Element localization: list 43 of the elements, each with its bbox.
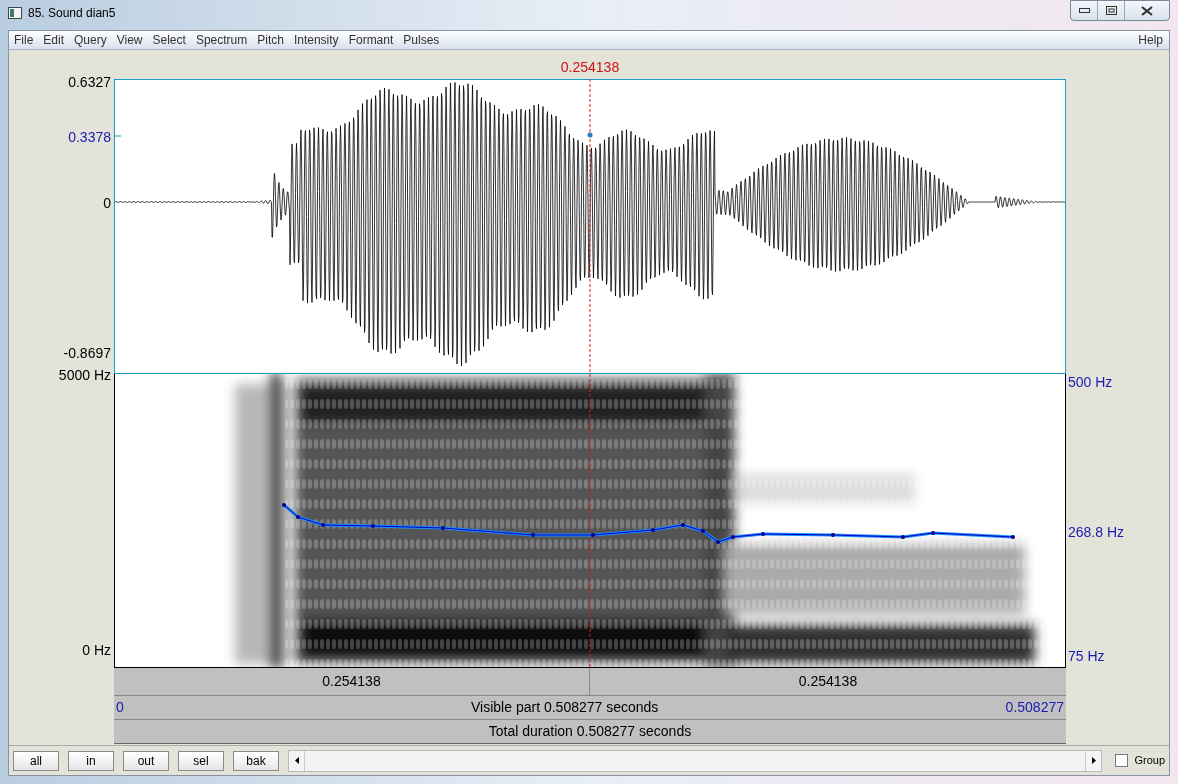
app-icon [8,7,22,19]
maximize-icon [1105,6,1117,15]
window-title: 85. Sound dian5 [28,5,116,22]
menu-item[interactable]: Spectrum [190,31,253,49]
horizontal-scrollbar[interactable] [288,749,1103,772]
axis-label: 0 Hz [82,641,111,660]
axis-label: 75 Hz [1068,647,1105,666]
menu-item[interactable]: Edit [38,31,70,49]
right-arrow-icon [1091,757,1096,764]
close-icon [1141,5,1153,16]
time-bar-segment[interactable]: 0.254138 [590,668,1066,695]
minimize-icon [1078,8,1090,13]
axis-label: 500 Hz [1068,373,1113,392]
menu-item[interactable]: Help [1136,31,1165,49]
group-label: Group [1134,753,1165,769]
time-bar-segment[interactable]: 0.254138 [114,668,590,695]
axis-label: 5000 Hz [58,366,111,385]
menu-item[interactable]: Pitch [252,31,289,49]
toolbar-button[interactable]: out [123,750,169,771]
menu-item[interactable]: Intensity [288,31,344,49]
axis-label: 0 [103,194,111,213]
visible-part-label: Visible part 0.508277 seconds [470,698,660,717]
group-checkbox[interactable] [1115,754,1129,767]
toolbar-button[interactable]: all [13,750,59,771]
visible-end-label: 0.508277 [1005,698,1064,717]
axis-label: 0.6327 [68,73,111,92]
menu-item[interactable]: Select [147,31,191,49]
axis-label: 0.3378 [68,128,111,147]
menu-item[interactable]: View [111,31,148,49]
cursor-time-label: 0.254138 [560,58,620,77]
menu-item[interactable]: Query [69,31,112,49]
toolbar-button[interactable]: bak [233,750,279,771]
axis-label: 268.8 Hz [1068,523,1125,542]
left-arrow-icon [294,757,299,764]
menu-item[interactable]: Pulses [398,31,445,49]
axis-label: -0.8697 [63,344,111,363]
menu-item[interactable]: Formant [343,31,399,49]
menu-item[interactable]: File [9,31,39,49]
toolbar-button[interactable]: sel [178,750,224,771]
toolbar-button[interactable]: in [68,750,114,771]
cursor-point-icon [587,132,593,138]
total-duration-bar[interactable]: Total duration 0.508277 seconds [114,720,1066,744]
visible-start-label: 0 [116,698,124,717]
